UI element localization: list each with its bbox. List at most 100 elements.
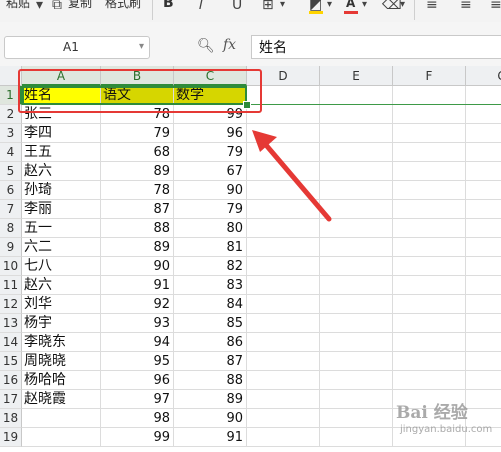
table-cell[interactable] — [247, 257, 320, 276]
table-cell[interactable] — [247, 352, 320, 371]
table-cell[interactable] — [393, 200, 466, 219]
column-header-e[interactable]: E — [320, 66, 393, 86]
row-header[interactable]: 10 — [0, 257, 22, 276]
table-cell[interactable]: 王五 — [22, 143, 101, 162]
table-cell[interactable]: 赵六 — [22, 162, 101, 181]
table-cell[interactable] — [247, 181, 320, 200]
table-cell[interactable] — [393, 219, 466, 238]
table-cell[interactable]: 周晓晓 — [22, 352, 101, 371]
table-cell[interactable]: 87 — [101, 200, 174, 219]
align-right-icon[interactable]: ≡ — [490, 0, 501, 13]
header-cell[interactable]: 数学 — [174, 86, 247, 105]
table-cell[interactable] — [466, 295, 501, 314]
table-cell[interactable] — [466, 162, 501, 181]
table-cell[interactable]: 88 — [101, 219, 174, 238]
table-cell[interactable]: 99 — [101, 428, 174, 447]
table-cell[interactable]: 97 — [101, 390, 174, 409]
column-header-a[interactable]: A — [22, 66, 101, 86]
table-cell[interactable] — [247, 200, 320, 219]
row-header[interactable]: 7 — [0, 200, 22, 219]
formula-input[interactable]: 姓名 — [251, 35, 501, 59]
row-header[interactable]: 4 — [0, 143, 22, 162]
table-cell[interactable] — [466, 143, 501, 162]
row-header[interactable]: 19 — [0, 428, 22, 447]
table-cell[interactable]: 83 — [174, 276, 247, 295]
table-cell[interactable] — [320, 276, 393, 295]
table-cell[interactable] — [466, 181, 501, 200]
table-cell[interactable]: 张三 — [22, 105, 101, 124]
column-header-f[interactable]: F — [393, 66, 466, 86]
row-header[interactable]: 16 — [0, 371, 22, 390]
table-cell[interactable]: 赵六 — [22, 276, 101, 295]
column-header-d[interactable]: D — [247, 66, 320, 86]
table-cell[interactable]: 82 — [174, 257, 247, 276]
table-cell[interactable] — [393, 257, 466, 276]
table-cell[interactable] — [320, 219, 393, 238]
table-cell[interactable] — [247, 428, 320, 447]
header-cell[interactable]: 语文 — [101, 86, 174, 105]
table-cell[interactable] — [320, 105, 393, 124]
table-cell[interactable]: 94 — [101, 333, 174, 352]
row-header[interactable]: 9 — [0, 238, 22, 257]
chevron-down-icon[interactable]: ▾ — [362, 0, 367, 10]
table-cell[interactable] — [22, 409, 101, 428]
table-cell[interactable]: 81 — [174, 238, 247, 257]
table-cell[interactable] — [320, 352, 393, 371]
table-cell[interactable]: 李四 — [22, 124, 101, 143]
table-cell[interactable]: 96 — [101, 371, 174, 390]
chevron-down-icon[interactable]: ▾ — [280, 0, 285, 10]
table-cell[interactable] — [247, 371, 320, 390]
border-icon[interactable]: ⊞ — [262, 0, 274, 13]
table-cell[interactable] — [393, 333, 466, 352]
align-left-icon[interactable]: ≡ — [426, 0, 438, 13]
table-cell[interactable] — [466, 200, 501, 219]
table-cell[interactable]: 89 — [101, 162, 174, 181]
table-cell[interactable] — [393, 86, 466, 105]
table-cell[interactable] — [393, 162, 466, 181]
row-header[interactable]: 5 — [0, 162, 22, 181]
row-header[interactable]: 18 — [0, 409, 22, 428]
table-cell[interactable]: 89 — [174, 390, 247, 409]
table-cell[interactable]: 78 — [101, 105, 174, 124]
table-cell[interactable] — [320, 314, 393, 333]
table-cell[interactable] — [393, 314, 466, 333]
table-cell[interactable]: 89 — [101, 238, 174, 257]
table-cell[interactable] — [466, 276, 501, 295]
table-cell[interactable]: 李晓东 — [22, 333, 101, 352]
eraser-icon[interactable]: ⌫ — [382, 0, 402, 13]
table-cell[interactable]: 91 — [174, 428, 247, 447]
select-all-corner[interactable] — [0, 66, 22, 86]
table-cell[interactable] — [247, 295, 320, 314]
table-cell[interactable] — [320, 86, 393, 105]
table-cell[interactable] — [393, 143, 466, 162]
table-cell[interactable]: 92 — [101, 295, 174, 314]
table-cell[interactable] — [393, 352, 466, 371]
table-cell[interactable]: 84 — [174, 295, 247, 314]
table-cell[interactable]: 五一 — [22, 219, 101, 238]
align-center-icon[interactable]: ≡ — [460, 0, 472, 13]
table-cell[interactable]: 95 — [101, 352, 174, 371]
table-cell[interactable] — [247, 124, 320, 143]
table-cell[interactable] — [247, 390, 320, 409]
table-cell[interactable]: 67 — [174, 162, 247, 181]
table-cell[interactable]: 李丽 — [22, 200, 101, 219]
table-cell[interactable] — [22, 428, 101, 447]
table-cell[interactable] — [320, 371, 393, 390]
table-cell[interactable]: 孙琦 — [22, 181, 101, 200]
table-cell[interactable] — [247, 276, 320, 295]
table-cell[interactable] — [320, 181, 393, 200]
table-cell[interactable] — [466, 314, 501, 333]
row-header[interactable]: 1 — [0, 86, 22, 105]
table-cell[interactable] — [247, 143, 320, 162]
underline-icon[interactable]: U — [232, 0, 242, 13]
table-cell[interactable] — [320, 124, 393, 143]
name-box[interactable]: A1 ▾ — [4, 36, 150, 59]
table-cell[interactable] — [247, 409, 320, 428]
table-cell[interactable]: 80 — [174, 219, 247, 238]
row-header[interactable]: 8 — [0, 219, 22, 238]
table-cell[interactable]: 93 — [101, 314, 174, 333]
row-header[interactable]: 13 — [0, 314, 22, 333]
table-cell[interactable]: 85 — [174, 314, 247, 333]
table-cell[interactable] — [393, 124, 466, 143]
row-header[interactable]: 14 — [0, 333, 22, 352]
